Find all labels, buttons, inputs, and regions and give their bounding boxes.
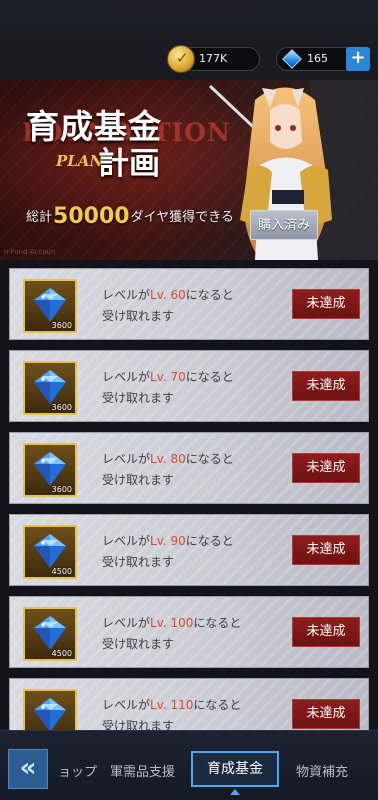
item-quantity: 3600: [51, 485, 72, 494]
not-achieved-button[interactable]: 未達成: [292, 371, 360, 401]
level-value: Lv. 90: [150, 534, 186, 548]
total-amount: 50000: [53, 204, 130, 229]
not-achieved-button[interactable]: 未達成: [292, 535, 360, 565]
level-requirement: レベルがLv. 110になると 受け取れます: [102, 698, 242, 730]
coin-icon: [167, 45, 195, 73]
diamond-icon: [34, 452, 66, 486]
level-value: Lv. 100: [150, 616, 194, 630]
foundation-plan-banner: FOUNDATION 育成基金 PLAN 計画 総計50000ダイヤ獲得できる …: [0, 80, 378, 260]
reward-list[interactable]: 3600 レベルがLv. 60になると 受け取れます 未達成 3600 レベルが…: [0, 260, 378, 730]
active-tab-caret: [230, 789, 240, 795]
level-requirement: レベルがLv. 80になると 受け取れます: [102, 452, 234, 487]
total-reward-text: 総計50000ダイヤ獲得できる: [26, 204, 234, 229]
tab-foundation-fund[interactable]: 育成基金: [191, 751, 279, 787]
gem-reward-item[interactable]: 3600: [23, 443, 77, 497]
add-gems-button[interactable]: +: [346, 47, 370, 71]
gem-reward-item[interactable]: 4500: [23, 607, 77, 661]
reward-row: 3600 レベルがLv. 80になると 受け取れます 未達成: [9, 432, 369, 504]
diamond-icon: [34, 616, 66, 650]
level-requirement: レベルがLv. 90になると 受け取れます: [102, 534, 234, 569]
level-value: Lv. 80: [150, 452, 186, 466]
gem-icon: [282, 49, 302, 69]
reward-row: 4500 レベルがLv. 110になると 受け取れます 未達成: [9, 678, 369, 730]
not-achieved-button[interactable]: 未達成: [292, 453, 360, 483]
level-value: Lv. 110: [150, 698, 194, 712]
level-value: Lv. 60: [150, 288, 186, 302]
bottom-nav: « ョップ 軍需品支援 育成基金 物資補充: [0, 730, 378, 800]
not-achieved-button[interactable]: 未達成: [292, 289, 360, 319]
diamond-icon: [34, 534, 66, 568]
top-bar: 177K 165 +: [0, 0, 378, 80]
item-quantity: 4500: [51, 649, 72, 658]
diamond-icon: [34, 370, 66, 404]
tab-supply-refill[interactable]: 物資補充: [296, 761, 348, 780]
gold-counter: 177K: [167, 45, 260, 73]
gem-reward-item[interactable]: 3600: [23, 361, 77, 415]
gem-counter: 165 +: [276, 47, 370, 71]
diamond-icon: [34, 288, 66, 322]
gem-reward-item[interactable]: 3600: [23, 279, 77, 333]
purchased-button[interactable]: 購入済み: [250, 210, 318, 240]
not-achieved-button[interactable]: 未達成: [292, 699, 360, 729]
level-value: Lv. 70: [150, 370, 186, 384]
back-button[interactable]: «: [8, 749, 48, 789]
level-requirement: レベルがLv. 100になると 受け取れます: [102, 616, 242, 651]
banner-faint-text: n Fund Accoun: [4, 248, 56, 256]
banner-plan-label: PLAN: [56, 152, 104, 170]
reward-row: 4500 レベルがLv. 90になると 受け取れます 未達成: [9, 514, 369, 586]
gold-value: 177K: [199, 52, 228, 65]
banner-subtitle: 計画: [98, 146, 160, 182]
item-quantity: 3600: [51, 321, 72, 330]
item-quantity: 4500: [51, 567, 72, 576]
not-achieved-button[interactable]: 未達成: [292, 617, 360, 647]
reward-row: 3600 レベルがLv. 70になると 受け取れます 未達成: [9, 350, 369, 422]
diamond-icon: [34, 698, 66, 730]
tab-shop[interactable]: ョップ: [58, 761, 97, 780]
tab-munitions-support[interactable]: 軍需品支援: [110, 761, 175, 780]
gem-value: 165: [307, 52, 328, 65]
level-requirement: レベルがLv. 70になると 受け取れます: [102, 370, 234, 405]
gem-reward-item[interactable]: 4500: [23, 525, 77, 579]
reward-row: 3600 レベルがLv. 60になると 受け取れます 未達成: [9, 268, 369, 340]
reward-row: 4500 レベルがLv. 100になると 受け取れます 未達成: [9, 596, 369, 668]
level-requirement: レベルがLv. 60になると 受け取れます: [102, 288, 234, 323]
gem-reward-item[interactable]: 4500: [23, 689, 77, 730]
item-quantity: 3600: [51, 403, 72, 412]
